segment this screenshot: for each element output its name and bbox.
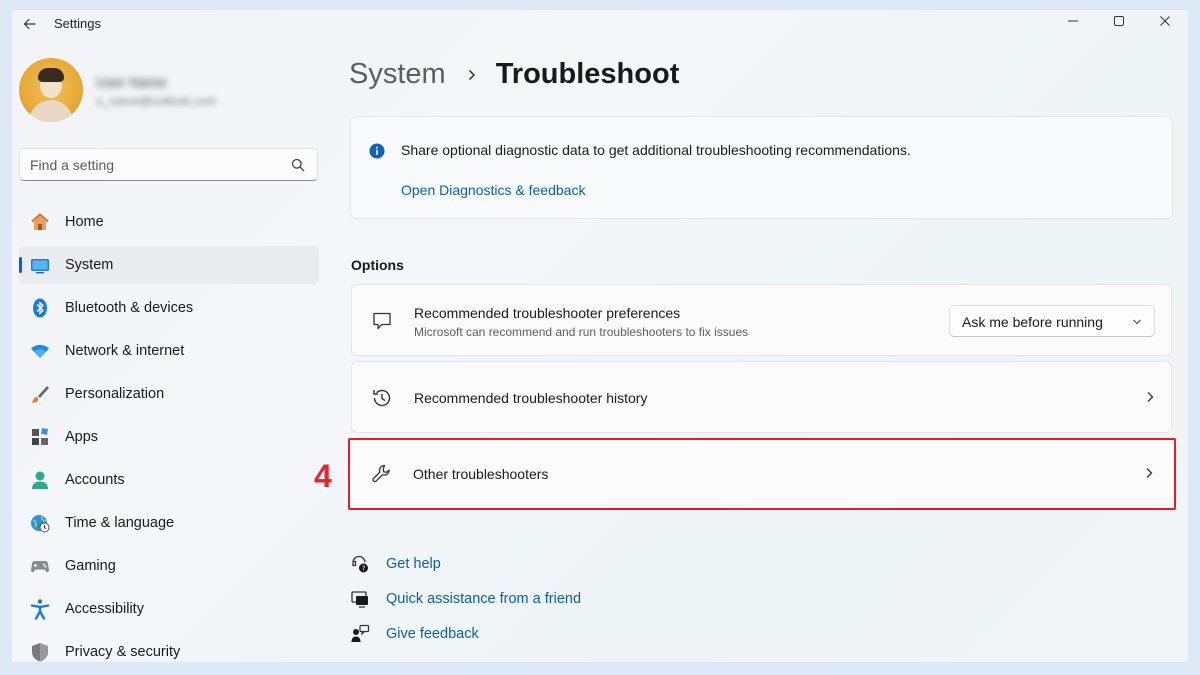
chevron-right-icon xyxy=(1146,468,1153,478)
sidebar-item-label: Accessibility xyxy=(65,601,144,617)
feedback-icon xyxy=(351,624,370,642)
chevron-down-icon xyxy=(1133,319,1141,325)
chevron-right-icon xyxy=(1147,392,1154,402)
sidebar-item-apps[interactable]: Apps xyxy=(19,418,319,456)
troubleshooter-history-row[interactable]: Recommended troubleshooter history xyxy=(351,361,1172,433)
quick-assist-icon xyxy=(351,590,368,608)
maximize-icon xyxy=(1114,16,1124,26)
info-icon xyxy=(369,143,385,159)
user-email: u_name@outlook.com xyxy=(96,94,217,108)
accounts-icon xyxy=(32,471,48,489)
breadcrumb-parent[interactable]: System xyxy=(349,58,446,91)
sidebar-item-label: Time & language xyxy=(65,515,175,531)
system-icon xyxy=(31,259,49,274)
sidebar-item-label: Bluetooth & devices xyxy=(65,300,194,316)
sidebar-item-label: Gaming xyxy=(65,558,116,574)
apps-icon xyxy=(32,427,49,445)
search-icon[interactable] xyxy=(291,158,305,172)
globe-clock-icon xyxy=(31,515,50,533)
quick-assist-link[interactable]: Quick assistance from a friend xyxy=(350,581,581,616)
brush-icon xyxy=(32,386,49,403)
sidebar-item-privacy-security[interactable]: Privacy & security xyxy=(19,633,319,662)
close-button[interactable] xyxy=(1142,10,1188,32)
sidebar-item-label: Network & internet xyxy=(65,343,185,359)
diagnostics-info-card: Share optional diagnostic data to get ad… xyxy=(350,116,1173,219)
other-troubleshooters-row[interactable]: Other troubleshooters xyxy=(348,438,1176,510)
minimize-button[interactable] xyxy=(1050,10,1096,32)
chat-bubble-icon xyxy=(373,312,391,330)
breadcrumb-separator-icon xyxy=(466,68,478,82)
sidebar-item-label: Home xyxy=(65,214,104,230)
settings-window: Settings User Name u_name@outlook.com Fi… xyxy=(12,10,1188,662)
sidebar-item-label: Privacy & security xyxy=(65,644,181,660)
app-title: Settings xyxy=(54,16,101,31)
sidebar-item-accessibility[interactable]: Accessibility xyxy=(19,590,319,628)
search-input[interactable] xyxy=(30,155,280,175)
row-subtitle: Microsoft can recommend and run troubles… xyxy=(414,325,749,339)
help-link-label: Quick assistance from a friend xyxy=(386,590,582,607)
help-links: ? Get help Quick assistance from a frien… xyxy=(350,546,581,651)
user-name: User Name xyxy=(96,74,167,90)
gamepad-icon xyxy=(30,561,50,573)
help-link-label: Give feedback xyxy=(386,625,479,642)
search-box[interactable] xyxy=(19,148,318,181)
open-diagnostics-link[interactable]: Open Diagnostics & feedback xyxy=(401,182,585,198)
sidebar-item-network[interactable]: Network & internet xyxy=(19,332,319,370)
step-number-annotation: 4 xyxy=(314,458,332,494)
sidebar-nav: Home System Bluetooth & devices Network … xyxy=(19,203,319,662)
close-icon xyxy=(1160,16,1170,26)
history-icon xyxy=(373,389,391,407)
page-title: Troubleshoot xyxy=(495,58,680,90)
sidebar-item-system[interactable]: System xyxy=(19,246,319,284)
home-icon xyxy=(31,213,49,230)
row-title: Other troubleshooters xyxy=(413,466,549,482)
troubleshooter-preferences-row: Recommended troubleshooter preferences M… xyxy=(351,284,1172,356)
row-title: Recommended troubleshooter preferences xyxy=(414,305,681,321)
get-help-link[interactable]: ? Get help xyxy=(350,546,581,581)
row-title: Recommended troubleshooter history xyxy=(414,390,648,406)
sidebar-item-accounts[interactable]: Accounts xyxy=(19,461,319,499)
help-link-label: Get help xyxy=(386,555,441,572)
sidebar-item-bluetooth[interactable]: Bluetooth & devices xyxy=(19,289,319,327)
sidebar-item-gaming[interactable]: Gaming xyxy=(19,547,319,585)
breadcrumb: System Troubleshoot xyxy=(349,58,679,91)
sidebar-item-home[interactable]: Home xyxy=(19,203,319,241)
sidebar-item-label: System xyxy=(65,257,114,273)
svg-text:?: ? xyxy=(362,564,366,572)
give-feedback-link[interactable]: Give feedback xyxy=(350,616,581,651)
back-arrow-icon xyxy=(23,18,36,30)
bluetooth-icon xyxy=(33,298,47,318)
options-heading: Options xyxy=(351,257,404,273)
minimize-icon xyxy=(1068,20,1078,22)
get-help-icon: ? xyxy=(352,555,368,572)
sidebar-item-label: Accounts xyxy=(65,472,125,488)
title-bar: Settings xyxy=(12,10,1188,38)
wifi-icon xyxy=(31,344,49,358)
back-button[interactable] xyxy=(20,14,40,34)
sidebar-item-label: Personalization xyxy=(65,386,165,402)
diagnostics-info-text: Share optional diagnostic data to get ad… xyxy=(401,142,911,158)
sidebar-item-time-language[interactable]: Time & language xyxy=(19,504,319,542)
accessibility-icon xyxy=(30,599,50,620)
sidebar-item-label: Apps xyxy=(65,429,99,445)
maximize-button[interactable] xyxy=(1096,10,1142,32)
dropdown-value: Ask me before running xyxy=(962,314,1103,330)
shield-icon xyxy=(32,643,48,662)
wrench-icon xyxy=(372,464,390,483)
sidebar-item-personalization[interactable]: Personalization xyxy=(19,375,319,413)
troubleshooter-preference-dropdown[interactable]: Ask me before running xyxy=(949,305,1155,337)
avatar[interactable] xyxy=(19,58,83,122)
